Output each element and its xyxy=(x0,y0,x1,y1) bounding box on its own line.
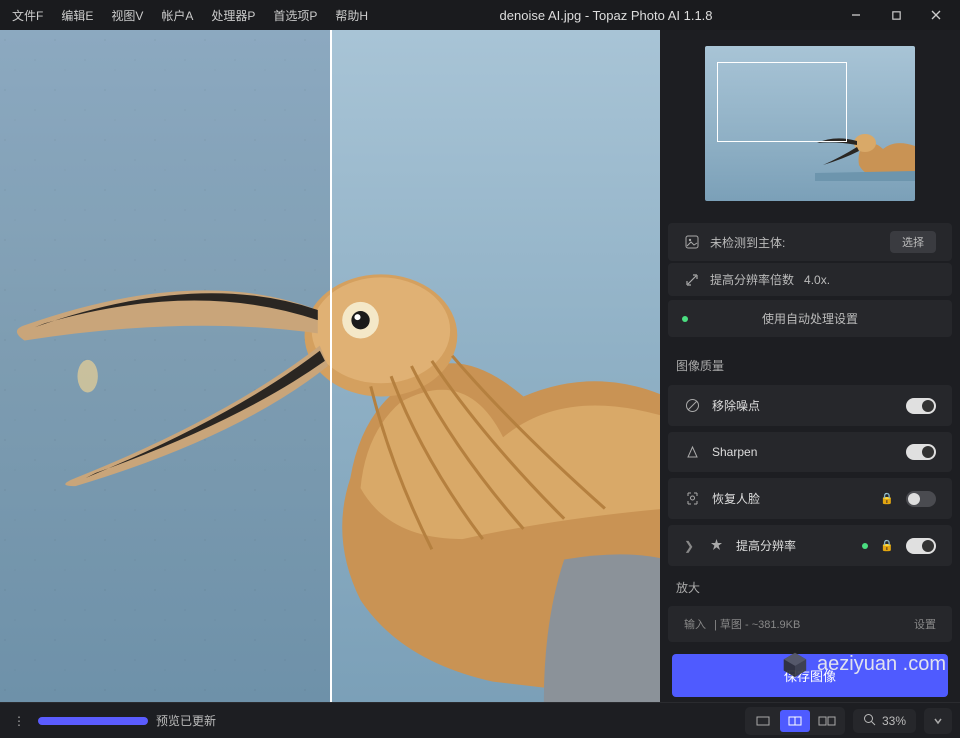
auto-status-dot xyxy=(682,316,688,322)
zoom-icon xyxy=(863,713,876,729)
enhance-resolution-toggle[interactable] xyxy=(906,538,936,554)
chevron-right-icon: ❯ xyxy=(684,539,696,553)
remove-noise-row[interactable]: 移除噪点 xyxy=(668,385,952,426)
subject-label: 未检测到主体: xyxy=(710,234,785,251)
view-split-button[interactable] xyxy=(780,710,810,732)
menu-bar: 文件F 编辑E 视图V 帐户A 处理器P 首选项P 帮助H xyxy=(4,3,376,28)
noise-icon xyxy=(684,398,700,414)
menu-view[interactable]: 视图V xyxy=(103,3,151,28)
menu-edit[interactable]: 编辑E xyxy=(53,3,101,28)
collapse-sidebar-button[interactable] xyxy=(924,708,952,734)
progress-bar xyxy=(38,717,148,725)
auto-settings-button[interactable]: 使用自动处理设置 xyxy=(668,300,952,337)
more-menu-button[interactable]: ⋮ xyxy=(8,710,30,732)
upscale-icon xyxy=(684,272,700,288)
close-button[interactable] xyxy=(916,0,956,30)
upscale-value: 4.0x. xyxy=(804,273,830,287)
upscale-label: 提高分辨率倍数 xyxy=(710,271,794,288)
view-single-button[interactable] xyxy=(748,710,778,732)
remove-noise-label: 移除噪点 xyxy=(712,397,894,414)
menu-file[interactable]: 文件F xyxy=(4,3,51,28)
maximize-button[interactable] xyxy=(876,0,916,30)
enhance-resolution-label: 提高分辨率 xyxy=(736,537,850,554)
navigator-thumbnail-wrap xyxy=(660,30,960,217)
view-mode-group xyxy=(745,707,845,735)
save-image-button[interactable]: 保存图像 xyxy=(672,654,948,697)
navigator-viewport-frame[interactable] xyxy=(717,62,847,142)
menu-processor[interactable]: 处理器P xyxy=(203,3,263,28)
face-recovery-label: 恢复人脸 xyxy=(712,490,868,507)
face-recovery-toggle[interactable] xyxy=(906,491,936,507)
enhance-resolution-row[interactable]: ❯ 提高分辨率 🔒 xyxy=(668,525,952,566)
lock-icon: 🔒 xyxy=(880,539,894,552)
enhance-status-dot xyxy=(862,543,868,549)
status-message: 预览已更新 xyxy=(156,712,216,729)
subject-select-button[interactable]: 选择 xyxy=(890,231,936,253)
zoom-value: 33% xyxy=(882,714,906,728)
minimize-button[interactable] xyxy=(836,0,876,30)
scale-info-row: 输入 | 草图 - ~381.9KB 设置 xyxy=(668,606,952,642)
remove-noise-toggle[interactable] xyxy=(906,398,936,414)
right-sidebar: 未检测到主体: 选择 提高分辨率倍数 4.0x. 使用自动处理设置 图像质量 移… xyxy=(660,30,960,702)
menu-account[interactable]: 帐户A xyxy=(153,3,201,28)
zoom-control[interactable]: 33% xyxy=(853,709,916,733)
auto-settings-label: 使用自动处理设置 xyxy=(762,310,858,327)
subject-detection-row: 未检测到主体: 选择 xyxy=(668,223,952,261)
statusbar: ⋮ 预览已更新 33% xyxy=(0,702,960,738)
lock-icon: 🔒 xyxy=(880,492,894,505)
menu-preferences[interactable]: 首选项P xyxy=(265,3,325,28)
face-recovery-row[interactable]: 恢复人脸 🔒 xyxy=(668,478,952,519)
scale-section-title: 放大 xyxy=(660,569,960,606)
view-side-by-side-button[interactable] xyxy=(812,710,842,732)
preview-canvas[interactable] xyxy=(0,30,660,702)
scale-settings-button[interactable]: 设置 xyxy=(914,616,936,632)
window-controls xyxy=(836,0,956,30)
split-divider[interactable] xyxy=(330,30,332,702)
scale-input-label: 输入 xyxy=(684,616,706,632)
sharpen-label: Sharpen xyxy=(712,445,894,459)
scale-input-desc: | 草图 - ~381.9KB xyxy=(714,616,800,632)
upscale-info-row: 提高分辨率倍数 4.0x. xyxy=(668,263,952,296)
image-quality-title: 图像质量 xyxy=(660,345,960,382)
face-icon xyxy=(684,491,700,507)
window-title: denoise AI.jpg - Topaz Photo AI 1.1.8 xyxy=(376,8,836,23)
subject-icon xyxy=(684,234,700,250)
sharpen-icon xyxy=(684,444,700,460)
sharpen-toggle[interactable] xyxy=(906,444,936,460)
main-area: 未检测到主体: 选择 提高分辨率倍数 4.0x. 使用自动处理设置 图像质量 移… xyxy=(0,30,960,702)
sharpen-row[interactable]: Sharpen xyxy=(668,432,952,472)
navigator-thumbnail[interactable] xyxy=(705,46,915,201)
settings-panel: 未检测到主体: 选择 提高分辨率倍数 4.0x. 使用自动处理设置 xyxy=(660,217,960,345)
titlebar: 文件F 编辑E 视图V 帐户A 处理器P 首选项P 帮助H denoise AI… xyxy=(0,0,960,30)
menu-help[interactable]: 帮助H xyxy=(327,3,376,28)
enhance-icon xyxy=(708,538,724,554)
